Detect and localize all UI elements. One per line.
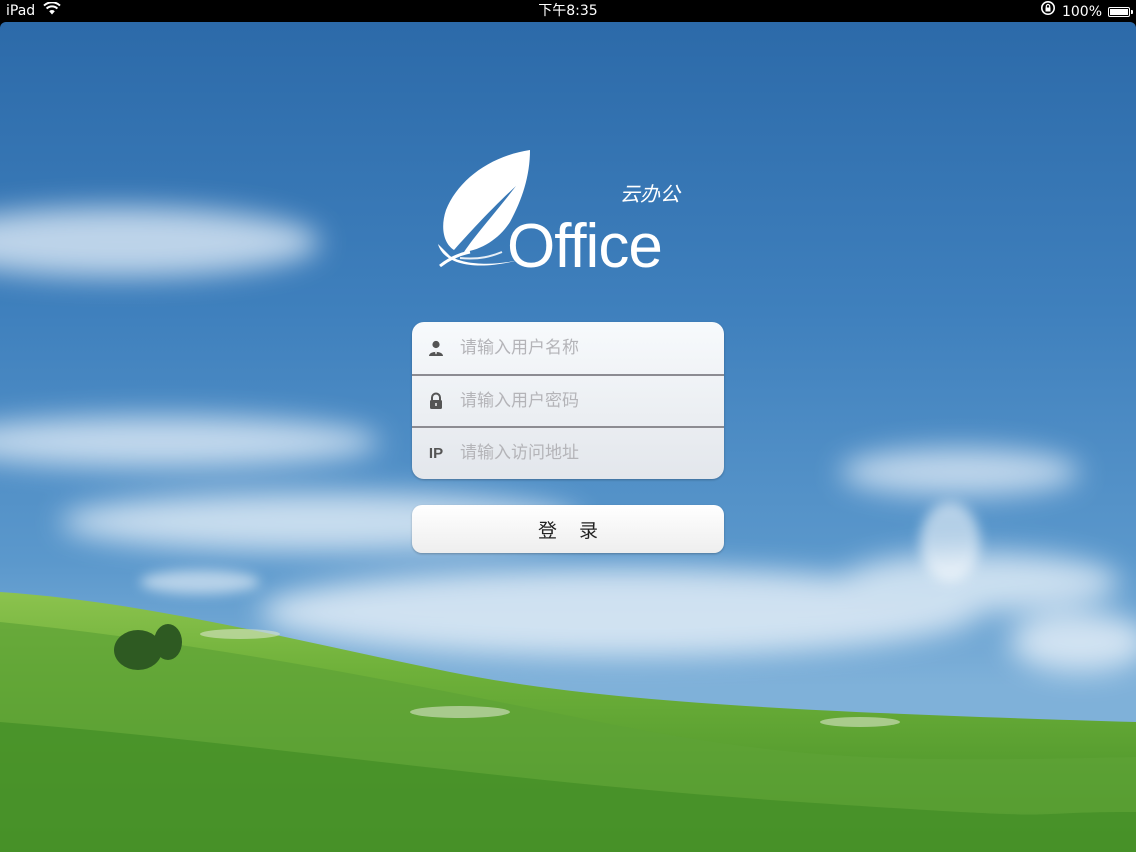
logo-wordmark: Office bbox=[507, 212, 663, 281]
ip-label: IP bbox=[428, 444, 444, 462]
username-row bbox=[412, 322, 724, 374]
status-right: 100% bbox=[1040, 0, 1133, 23]
login-button[interactable]: 登 录 bbox=[412, 505, 724, 553]
user-icon bbox=[412, 339, 460, 357]
username-input[interactable] bbox=[460, 328, 724, 368]
ipad-screen: iPad 下午8:35 100% Office 云办公 请输入用户名称 IP 请… bbox=[0, 0, 1136, 852]
status-bar: iPad 下午8:35 100% bbox=[0, 0, 1136, 22]
password-input[interactable] bbox=[460, 381, 724, 421]
password-row bbox=[412, 374, 724, 426]
server-address-input[interactable] bbox=[460, 433, 724, 473]
rotation-lock-icon bbox=[1040, 0, 1056, 23]
login-screen: Office 云办公 请输入用户名称 IP 请输入访问地址 登 录 bbox=[0, 22, 1136, 852]
logo-tagline: 云办公 bbox=[620, 182, 680, 206]
battery-icon bbox=[1108, 6, 1133, 17]
battery-percent: 100% bbox=[1061, 3, 1102, 20]
login-form: IP bbox=[412, 322, 724, 479]
lock-icon bbox=[412, 392, 460, 410]
status-time: 下午8:35 bbox=[538, 3, 598, 19]
server-row: IP bbox=[412, 426, 724, 478]
